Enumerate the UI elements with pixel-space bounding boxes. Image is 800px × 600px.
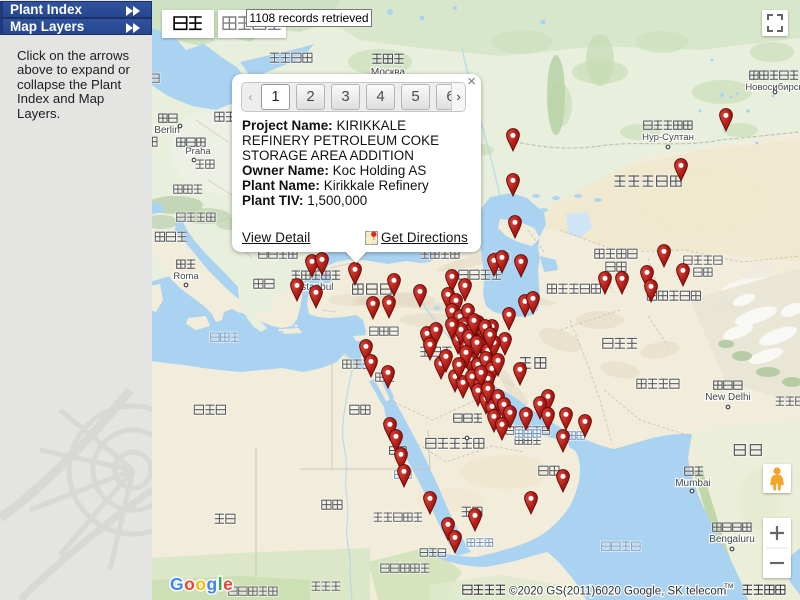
svg-text:Нур-Султан: Нур-Султан [642,132,694,143]
svg-text:Google: Google [170,574,233,594]
svg-text:TM: TM [724,583,733,590]
svg-text:Berlin: Berlin [154,125,180,136]
svg-text:Mumbai: Mumbai [675,478,711,489]
svg-text:New Delhi: New Delhi [705,392,751,403]
svg-text:Новосибирск: Новосибирск [745,82,800,93]
svg-text:Praha: Praha [185,146,211,157]
svg-text:Roma: Roma [173,271,199,282]
svg-text:Bengaluru: Bengaluru [709,534,755,545]
svg-text:©2020 GS(2011)6020 Google, SK: ©2020 GS(2011)6020 Google, SK telecom [509,586,726,598]
